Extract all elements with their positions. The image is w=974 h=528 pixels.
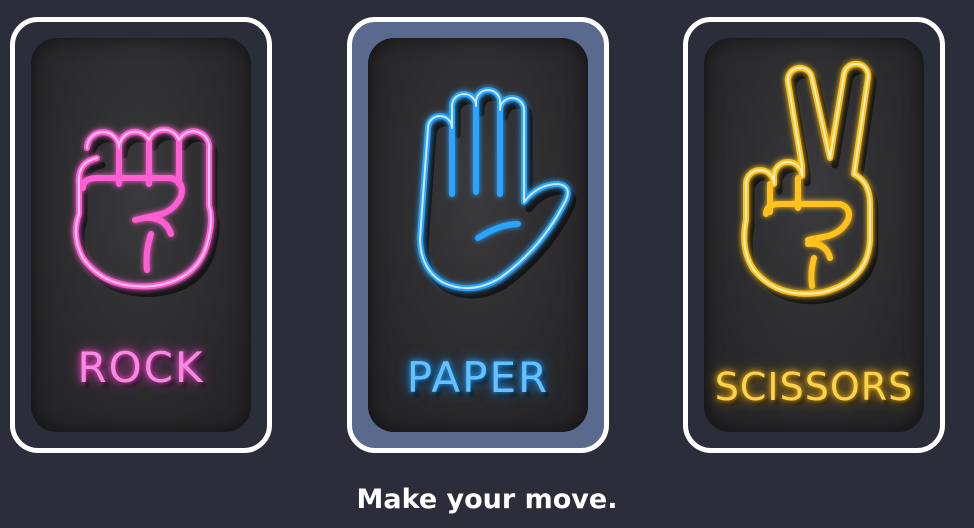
paper-neon-panel: PAPER [368, 38, 588, 432]
rock-label: ROCK [77, 343, 205, 392]
rock-neon-panel: ROCK [31, 38, 251, 432]
paper-label: PAPER [406, 353, 550, 402]
scissors-card[interactable]: SCISSORS [683, 17, 945, 453]
move-prompt: Make your move. [356, 484, 618, 515]
paper-card[interactable]: PAPER [347, 17, 609, 453]
rock-card[interactable]: ROCK [10, 17, 272, 453]
scissors-label: SCISSORS [714, 365, 914, 409]
game-stage: ROCK PAPER SCISSORS Make your move. [0, 0, 974, 528]
scissors-neon-panel: SCISSORS [704, 38, 924, 432]
